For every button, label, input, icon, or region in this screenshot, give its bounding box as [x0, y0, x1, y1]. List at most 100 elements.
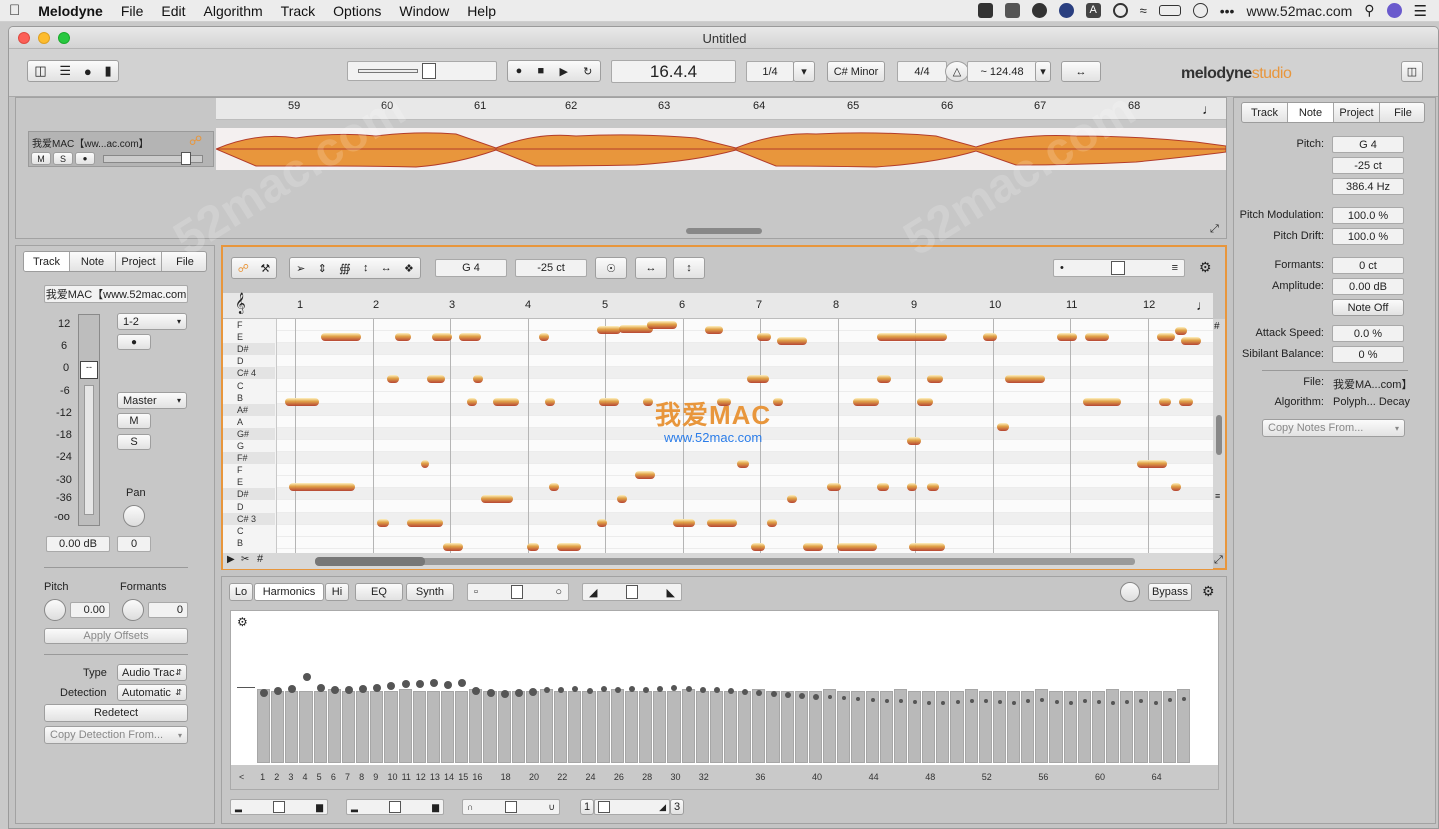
inspector-attack-speed[interactable]: 0.0 % [1332, 325, 1404, 342]
right-tab-project[interactable]: Project [1334, 103, 1380, 122]
note-blob[interactable] [539, 333, 549, 341]
editor-vertical-scrollbar[interactable]: # ≡ [1213, 319, 1225, 553]
note-blob[interactable] [443, 543, 463, 551]
pan-field[interactable]: 0 [117, 536, 151, 552]
link-icon[interactable]: ☍ [189, 133, 202, 149]
harmonic-point[interactable] [429, 679, 438, 687]
harmonic-point[interactable] [401, 680, 410, 688]
harmonic-bar[interactable] [709, 691, 723, 763]
type-select[interactable]: Audio Trac ⇵ [117, 664, 187, 681]
harmonic-bar[interactable] [724, 691, 738, 763]
clock-icon[interactable] [1192, 3, 1208, 18]
time-machine-icon[interactable] [1112, 3, 1128, 18]
note-blob[interactable] [481, 495, 513, 503]
arrange-solo-button[interactable]: S [53, 152, 73, 165]
note-blob[interactable] [321, 333, 361, 341]
harmonic-point[interactable] [316, 684, 325, 692]
harmonic-bar[interactable] [483, 691, 497, 763]
time-quantize-button[interactable]: ↔ [635, 257, 667, 279]
harmonics-mode-slider[interactable]: ▫ ○ [467, 583, 569, 601]
status-icon-5[interactable]: A [1085, 3, 1101, 18]
pitch-offset-field[interactable]: 0.00 [70, 602, 110, 618]
harmonic-bar[interactable] [426, 691, 440, 763]
note-blob[interactable] [647, 321, 677, 329]
harmonic-bar[interactable] [766, 691, 780, 763]
volume-fader[interactable]: -- [78, 314, 100, 526]
scale-snap-icon[interactable]: # [1214, 321, 1220, 332]
harmonic-point[interactable] [514, 689, 523, 697]
harmonic-point[interactable] [969, 699, 974, 703]
play-button[interactable]: ▶ [559, 65, 567, 78]
harmonics-display[interactable]: ⚙ <1 2 3 4 5 6 7 8 9 10 11 12 13 14 15 16 18 20 22 24 26 28 30… [230, 610, 1219, 790]
note-blob[interactable] [617, 495, 627, 503]
note-link-tool[interactable]: ☍ ⚒ [231, 257, 277, 279]
harmonic-point[interactable] [685, 686, 692, 692]
vertical-zoom-icon[interactable]: ≡ [1215, 491, 1220, 501]
harmonic-bar[interactable] [384, 691, 398, 763]
harmonic-bar[interactable] [681, 689, 695, 763]
pitch-tool-icon[interactable]: ⇕ [318, 262, 327, 275]
harmonic-bar[interactable] [398, 689, 412, 763]
harmonic-point[interactable] [629, 686, 635, 692]
harmonic-bar[interactable] [299, 691, 313, 763]
note-blob[interactable] [827, 483, 841, 491]
sound-tab-harmonics[interactable]: Harmonics [254, 583, 324, 601]
position-display[interactable]: 16.4.4 [611, 60, 736, 83]
note-blob[interactable] [459, 333, 481, 341]
harmonic-bar[interactable] [695, 691, 709, 763]
harmonic-point[interactable] [344, 686, 353, 694]
harmonic-point[interactable] [528, 688, 537, 696]
note-blob[interactable] [705, 326, 723, 334]
note-off-button[interactable]: Note Off [1332, 299, 1404, 316]
harmonic-point[interactable] [983, 699, 988, 703]
sound-tab-eq[interactable]: EQ [355, 583, 403, 601]
note-blob[interactable] [917, 398, 933, 406]
arrange-volume-handle[interactable] [181, 152, 191, 165]
sound-settings-icon[interactable]: ⚙ [1202, 583, 1215, 600]
range-end-field[interactable]: 3 [670, 799, 684, 815]
harmonic-point[interactable] [898, 699, 903, 703]
inspector-pitch-modulation[interactable]: 100.0 % [1332, 207, 1404, 224]
more-icon[interactable]: ••• [1220, 3, 1235, 19]
loop-button[interactable]: ↻ [583, 65, 592, 78]
apple-menu-icon[interactable]:  [0, 2, 29, 19]
note-blob[interactable] [1171, 483, 1181, 491]
scissors-icon[interactable]: ✂ [241, 554, 249, 565]
harmonic-bar[interactable] [808, 691, 823, 763]
harmonic-point[interactable] [1167, 698, 1172, 702]
harmonic-point[interactable] [1082, 699, 1087, 703]
note-blob[interactable] [1157, 333, 1175, 341]
record-button[interactable]: ● [516, 65, 523, 77]
note-blob[interactable] [1179, 398, 1193, 406]
harmonic-point[interactable] [500, 690, 509, 698]
pan-knob[interactable] [123, 505, 145, 527]
inspector-pitch-drift[interactable]: 100.0 % [1332, 228, 1404, 245]
note-blob[interactable] [757, 333, 771, 341]
metronome-button[interactable]: △ [945, 61, 969, 82]
note-blob[interactable] [877, 375, 891, 383]
harmonic-point[interactable] [387, 682, 396, 690]
harmonic-point[interactable] [444, 681, 453, 689]
level-icon[interactable]: ▮ [104, 63, 111, 79]
harmonics-curve-slider[interactable]: ◢ ◣ [582, 583, 682, 601]
harmonic-bar[interactable] [412, 691, 426, 763]
sound-tab-hi[interactable]: Hi [325, 583, 349, 601]
harmonic-point[interactable] [870, 698, 875, 702]
mode-handle[interactable] [510, 585, 523, 599]
menu-options[interactable]: Options [324, 3, 390, 19]
layout-buttons[interactable]: ◫ ☰ ● ▮ [27, 60, 119, 82]
slider-2-handle[interactable] [389, 801, 401, 813]
meter-field[interactable]: 4/4 [897, 61, 947, 82]
note-blob[interactable] [1085, 333, 1109, 341]
key-button[interactable]: C# Minor [827, 61, 885, 82]
amplitude-button[interactable]: ↕ [673, 257, 705, 279]
note-blob[interactable] [599, 398, 619, 406]
harmonic-bar[interactable] [313, 691, 327, 763]
status-icon-3[interactable] [1031, 3, 1047, 18]
detection-select[interactable]: Automatic ⇵ [117, 684, 187, 701]
harmonic-point[interactable] [784, 692, 791, 698]
battery-icon[interactable] [1158, 5, 1181, 16]
note-blob[interactable] [549, 483, 559, 491]
quantize-select[interactable]: 1/4 [746, 61, 794, 82]
note-blob[interactable] [1159, 398, 1171, 406]
